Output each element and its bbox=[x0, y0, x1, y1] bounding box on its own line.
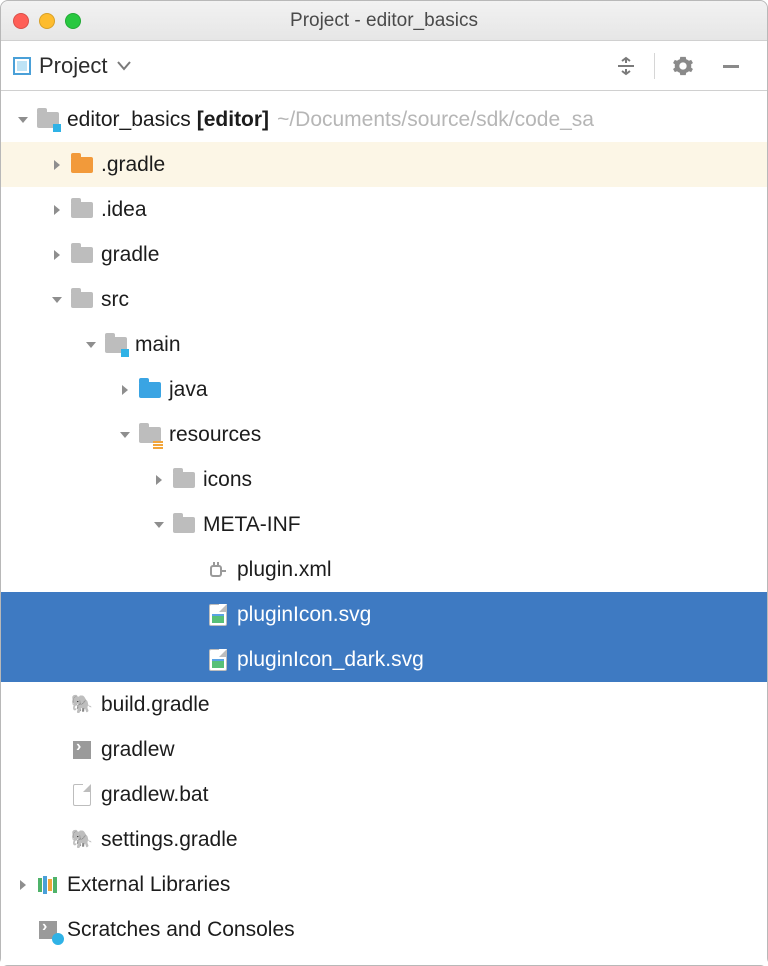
node-label: pluginIcon_dark.svg bbox=[237, 648, 424, 672]
tree-node-gradle-hidden[interactable]: .gradle bbox=[1, 142, 767, 187]
chevron-down-icon[interactable] bbox=[117, 429, 133, 441]
tree-node-scratches[interactable]: Scratches and Consoles bbox=[1, 907, 767, 952]
folder-icon bbox=[71, 245, 93, 265]
folder-icon bbox=[71, 200, 93, 220]
node-label: META-INF bbox=[203, 513, 301, 537]
chevron-down-icon[interactable] bbox=[49, 294, 65, 306]
tree-node-resources[interactable]: resources bbox=[1, 412, 767, 457]
project-tree[interactable]: editor_basics [editor] ~/Documents/sourc… bbox=[1, 91, 767, 965]
tree-node-plugin-xml[interactable]: plugin.xml bbox=[1, 547, 767, 592]
project-view-selector[interactable]: Project bbox=[39, 53, 107, 79]
node-label: resources bbox=[169, 423, 261, 447]
folder-icon bbox=[173, 470, 195, 490]
scratches-icon bbox=[37, 920, 59, 940]
node-label: main bbox=[135, 333, 181, 357]
zoom-window-button[interactable] bbox=[65, 13, 81, 29]
node-context: [editor] bbox=[197, 108, 269, 132]
node-label: plugin.xml bbox=[237, 558, 332, 582]
chevron-right-icon[interactable] bbox=[117, 384, 133, 396]
node-label: java bbox=[169, 378, 208, 402]
chevron-down-icon[interactable] bbox=[151, 519, 167, 531]
window-title: Project - editor_basics bbox=[1, 10, 767, 32]
toolbar-divider bbox=[654, 53, 655, 79]
node-path: ~/Documents/source/sdk/code_sa bbox=[277, 108, 594, 132]
chevron-right-icon[interactable] bbox=[151, 474, 167, 486]
text-file-icon bbox=[71, 785, 93, 805]
image-file-icon bbox=[207, 605, 229, 625]
node-label: settings.gradle bbox=[101, 828, 238, 852]
tree-node-java[interactable]: java bbox=[1, 367, 767, 412]
folder-icon bbox=[71, 290, 93, 310]
node-label: .idea bbox=[101, 198, 147, 222]
image-file-icon bbox=[207, 650, 229, 670]
tree-node-gradlew-bat[interactable]: gradlew.bat bbox=[1, 772, 767, 817]
gradle-file-icon: 🐘 bbox=[71, 695, 93, 715]
tree-node-gradle[interactable]: gradle bbox=[1, 232, 767, 277]
node-label: gradlew bbox=[101, 738, 175, 762]
hide-panel-icon[interactable] bbox=[717, 56, 745, 76]
tree-node-icons[interactable]: icons bbox=[1, 457, 767, 502]
tree-node-plugin-icon-svg[interactable]: pluginIcon.svg bbox=[1, 592, 767, 637]
tree-node-main[interactable]: main bbox=[1, 322, 767, 367]
tree-node-project-root[interactable]: editor_basics [editor] ~/Documents/sourc… bbox=[1, 97, 767, 142]
tree-node-external-libraries[interactable]: External Libraries bbox=[1, 862, 767, 907]
tree-node-settings-gradle[interactable]: 🐘 settings.gradle bbox=[1, 817, 767, 862]
project-view-icon bbox=[13, 57, 31, 75]
gear-icon[interactable] bbox=[669, 55, 697, 77]
node-label: editor_basics bbox=[67, 108, 191, 132]
tree-node-idea[interactable]: .idea bbox=[1, 187, 767, 232]
node-label: src bbox=[101, 288, 129, 312]
tree-node-build-gradle[interactable]: 🐘 build.gradle bbox=[1, 682, 767, 727]
node-label: gradle bbox=[101, 243, 159, 267]
tree-node-gradlew[interactable]: gradlew bbox=[1, 727, 767, 772]
titlebar: Project - editor_basics bbox=[1, 1, 767, 41]
node-label: External Libraries bbox=[67, 873, 230, 897]
node-label: gradlew.bat bbox=[101, 783, 208, 807]
libraries-icon bbox=[37, 875, 59, 895]
chevron-down-icon[interactable] bbox=[15, 114, 31, 126]
node-label: Scratches and Consoles bbox=[67, 918, 295, 942]
module-folder-icon bbox=[105, 335, 127, 355]
chevron-right-icon[interactable] bbox=[49, 249, 65, 261]
chevron-right-icon[interactable] bbox=[49, 159, 65, 171]
shell-file-icon bbox=[71, 740, 93, 760]
chevron-right-icon[interactable] bbox=[49, 204, 65, 216]
node-label: build.gradle bbox=[101, 693, 210, 717]
scroll-from-source-icon[interactable] bbox=[612, 56, 640, 76]
resources-folder-icon bbox=[139, 425, 161, 445]
node-label: icons bbox=[203, 468, 252, 492]
gradle-file-icon: 🐘 bbox=[71, 830, 93, 850]
excluded-folder-icon bbox=[71, 155, 93, 175]
close-window-button[interactable] bbox=[13, 13, 29, 29]
chevron-down-icon[interactable] bbox=[83, 339, 99, 351]
node-label: pluginIcon.svg bbox=[237, 603, 371, 627]
ide-window: Project - editor_basics Project bbox=[0, 0, 768, 966]
source-folder-icon bbox=[139, 380, 161, 400]
minimize-window-button[interactable] bbox=[39, 13, 55, 29]
plugin-file-icon bbox=[207, 560, 229, 580]
chevron-right-icon[interactable] bbox=[15, 879, 31, 891]
node-label: .gradle bbox=[101, 153, 165, 177]
tree-node-plugin-icon-dark-svg[interactable]: pluginIcon_dark.svg bbox=[1, 637, 767, 682]
project-toolbar: Project bbox=[1, 41, 767, 91]
module-folder-icon bbox=[37, 110, 59, 130]
window-controls bbox=[13, 13, 81, 29]
folder-icon bbox=[173, 515, 195, 535]
tree-node-src[interactable]: src bbox=[1, 277, 767, 322]
tree-node-meta-inf[interactable]: META-INF bbox=[1, 502, 767, 547]
chevron-down-icon[interactable] bbox=[117, 61, 131, 71]
